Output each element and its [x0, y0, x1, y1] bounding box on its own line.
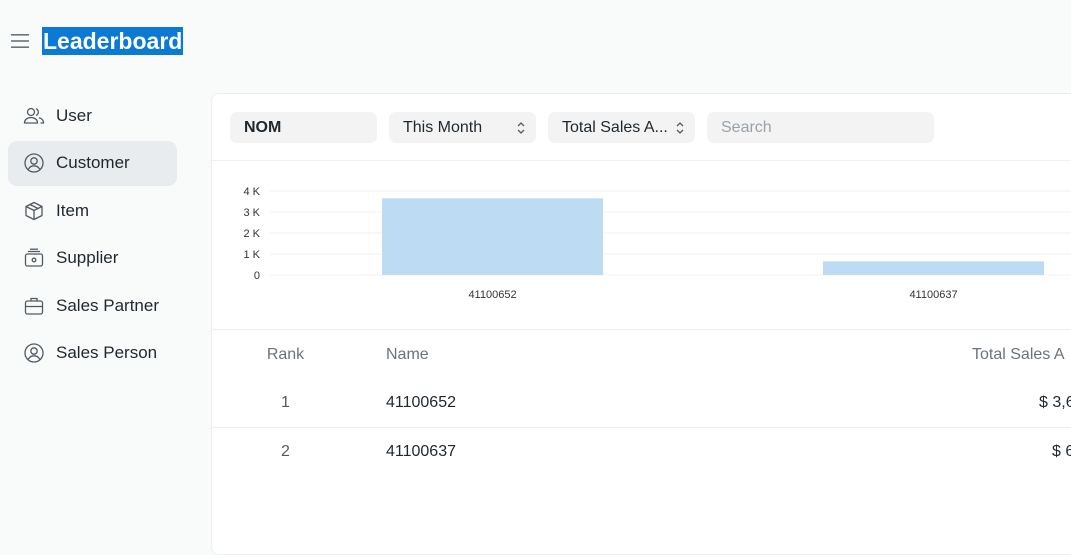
menu-toggle-button[interactable] [10, 31, 30, 51]
period-select[interactable]: This Month [389, 112, 536, 143]
field-value: Total Sales A... [562, 118, 668, 136]
company-field[interactable]: NOM [230, 112, 377, 143]
row-rank: 2 [281, 443, 290, 460]
leaderboard-table: Rank Name Total Sales A 1 41100652 $ 3,6… [212, 331, 1071, 476]
field-select[interactable]: Total Sales A... [548, 112, 695, 143]
row-name: 41100652 [386, 394, 456, 411]
bar [823, 261, 1044, 275]
user-circle-icon [23, 342, 45, 364]
page-title: Leaderboard [42, 27, 184, 55]
supplier-icon [23, 247, 45, 269]
search-input[interactable]: Search [707, 112, 934, 143]
divider [212, 329, 1071, 330]
y-tick-label: 2 K [243, 228, 260, 240]
sidebar-item-customer[interactable]: Customer [8, 140, 177, 186]
bar-chart: 0 1 K 2 K 3 K 4 K 41100652 41100637 [243, 186, 1071, 301]
briefcase-icon [23, 295, 45, 317]
row-name: 41100637 [386, 443, 456, 460]
hamburger-icon [11, 34, 29, 48]
select-arrows-icon [675, 121, 685, 135]
y-tick-label: 0 [254, 270, 260, 282]
box-icon [23, 200, 45, 222]
sidebar-item-supplier[interactable]: Supplier [8, 236, 177, 281]
sidebar-item-label: Item [56, 200, 90, 220]
leaderboard-panel: NOM This Month Total Sales A... Search 0… [211, 93, 1071, 555]
row-sales: $ 6 [1052, 443, 1071, 460]
search-placeholder: Search [721, 118, 772, 136]
sidebar-item-sales-person[interactable]: Sales Person [8, 331, 177, 376]
sidebar-item-item[interactable]: Item [8, 188, 177, 233]
header-name: Name [386, 346, 429, 363]
sidebar: User Customer Item Supplier Sales Partne… [8, 93, 177, 379]
filter-bar: NOM This Month Total Sales A... Search [230, 112, 934, 143]
sidebar-item-label: User [56, 105, 92, 125]
sidebar-item-label: Supplier [56, 248, 119, 268]
sidebar-item-label: Sales Partner [56, 295, 159, 315]
table-header: Rank Name Total Sales A [212, 331, 1071, 379]
leaderboard-chart: 0 1 K 2 K 3 K 4 K 41100652 41100637 [212, 161, 1071, 329]
row-rank: 1 [281, 394, 290, 411]
sidebar-item-label: Sales Person [56, 343, 158, 363]
sidebar-item-sales-partner[interactable]: Sales Partner [8, 283, 177, 328]
y-tick-label: 3 K [243, 207, 260, 219]
sidebar-item-label: Customer [56, 153, 130, 173]
select-arrows-icon [516, 121, 526, 135]
sidebar-item-user[interactable]: User [8, 93, 177, 138]
user-circle-icon [23, 152, 45, 174]
row-sales: $ 3,6 [1039, 394, 1071, 411]
header-rank: Rank [266, 346, 305, 363]
bar [382, 198, 603, 275]
header-sales: Total Sales A [972, 346, 1065, 363]
y-tick-label: 1 K [243, 249, 260, 261]
y-tick-label: 4 K [243, 186, 260, 198]
x-tick-label: 41100652 [468, 289, 516, 301]
x-tick-label: 41100637 [909, 289, 957, 301]
company-value: NOM [244, 118, 282, 136]
table-row[interactable]: 1 41100652 $ 3,6 [212, 379, 1071, 428]
table-row[interactable]: 2 41100637 $ 6 [212, 428, 1071, 476]
period-value: This Month [403, 118, 483, 136]
users-icon [23, 105, 45, 127]
